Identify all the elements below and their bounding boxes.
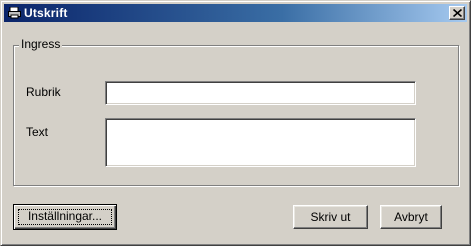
print-button[interactable]: Skriv ut xyxy=(293,205,368,229)
print-button-label: Skriv ut xyxy=(310,210,351,224)
print-dialog-window: Utskrift Ingress Rubrik Text Inställning… xyxy=(0,0,471,246)
cancel-button-label: Avbryt xyxy=(394,210,428,224)
close-button[interactable] xyxy=(449,6,465,20)
title-bar[interactable]: Utskrift xyxy=(4,4,467,22)
text-input[interactable] xyxy=(105,118,416,167)
close-icon xyxy=(453,9,462,17)
settings-button-label: Inställningar... xyxy=(27,209,103,223)
rubrik-label: Rubrik xyxy=(26,85,61,99)
cancel-button[interactable]: Avbryt xyxy=(380,205,442,229)
settings-button[interactable]: Inställningar... xyxy=(13,204,117,230)
window-title: Utskrift xyxy=(24,6,68,20)
ingress-group-legend: Ingress xyxy=(19,37,63,51)
printer-app-icon xyxy=(8,6,21,19)
text-label: Text xyxy=(26,125,49,139)
rubrik-input[interactable] xyxy=(105,81,416,105)
